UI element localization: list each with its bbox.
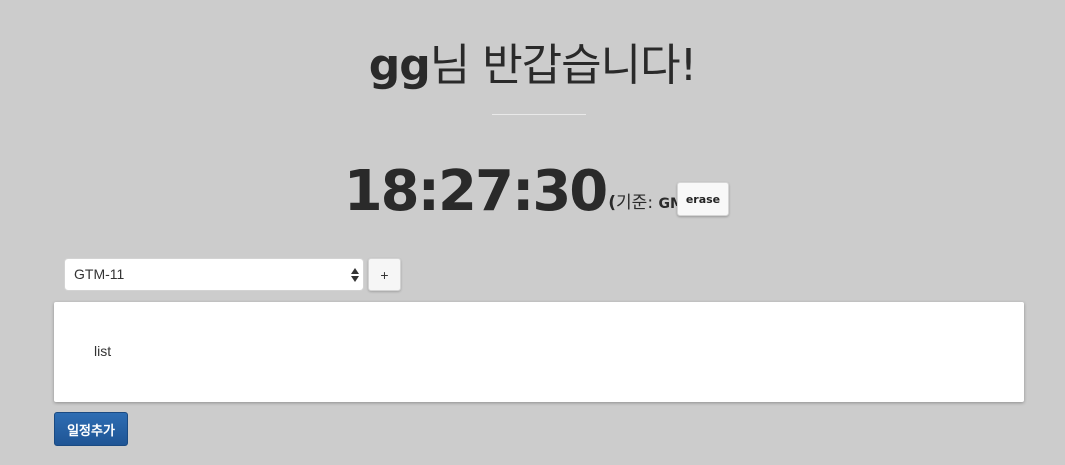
add-timezone-button[interactable]: + [368, 258, 401, 291]
clock-row: 18:27:30(기준: GMT+9) [0, 160, 1065, 230]
add-schedule-button[interactable]: 일정추가 [54, 412, 128, 446]
list-label: list [94, 343, 112, 359]
username: gg [368, 40, 431, 91]
list-panel: list [54, 302, 1024, 402]
greeting-message: 님 반갑습니다! [429, 40, 698, 91]
page-title: gg님 반갑습니다! [0, 38, 1065, 94]
clock-time: 18:27:30 [343, 159, 609, 224]
timezone-select-value: GTM-11 [74, 266, 125, 282]
timezone-open-paren: ( [608, 193, 617, 213]
erase-button[interactable]: erase [677, 182, 729, 216]
select-arrows-icon [351, 268, 359, 282]
timezone-label: 기준: [616, 193, 659, 213]
timezone-select[interactable]: GTM-11 [64, 258, 364, 291]
title-divider [492, 114, 586, 115]
